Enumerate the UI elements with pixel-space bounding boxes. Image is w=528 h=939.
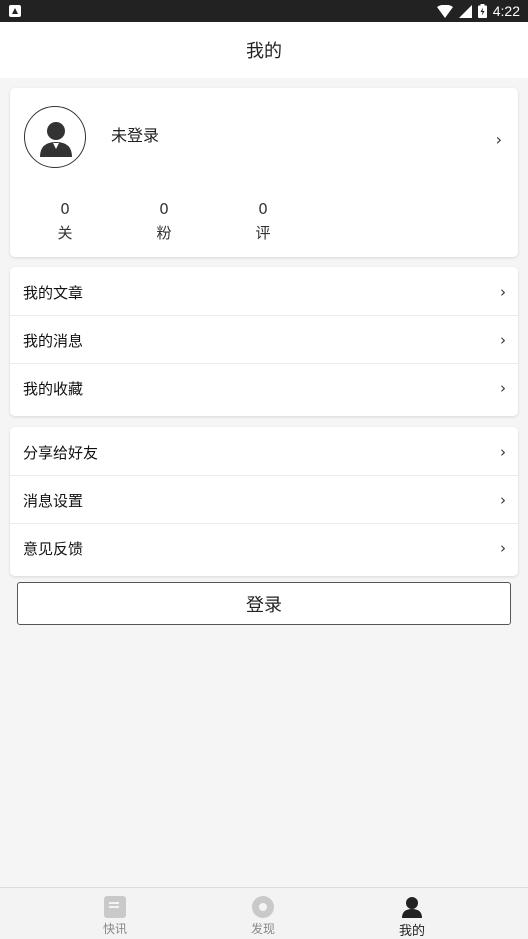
chevron-right-icon: ›: [500, 331, 506, 349]
menu-item-label: 意见反馈: [23, 539, 84, 558]
notification-icon: [9, 5, 21, 17]
menu-item-message-settings[interactable]: 消息设置 ›: [10, 476, 518, 524]
chevron-right-icon: ›: [500, 539, 506, 557]
menu-group-settings: 分享给好友 › 消息设置 › 意见反馈 ›: [10, 427, 518, 576]
menu-group-content: 我的文章 › 我的消息 › 我的收藏 ›: [10, 267, 518, 416]
menu-item-label: 消息设置: [23, 491, 84, 510]
tab-label: 我的: [398, 924, 425, 939]
menu-item-my-favorites[interactable]: 我的收藏 ›: [10, 364, 518, 412]
chevron-right-icon: ›: [500, 379, 506, 397]
wifi-icon: [436, 4, 453, 18]
stat-label: 评: [255, 224, 271, 242]
menu-item-label: 我的收藏: [23, 379, 84, 398]
tab-label: 快讯: [102, 922, 127, 936]
chevron-right-icon[interactable]: ›: [496, 130, 502, 149]
tab-profile[interactable]: 我的: [372, 888, 452, 939]
stat-value: 0: [258, 200, 268, 218]
tab-news[interactable]: 快讯: [75, 888, 155, 939]
stat-value: 0: [159, 200, 169, 218]
stat-value: 0: [60, 200, 70, 218]
stat-comments[interactable]: 0 评: [243, 198, 283, 246]
status-left: [9, 5, 21, 17]
title-bar: 我的: [0, 22, 528, 78]
menu-item-label: 分享给好友: [23, 443, 99, 462]
menu-item-share[interactable]: 分享给好友 ›: [10, 428, 518, 476]
status-bar: 4:22: [0, 0, 528, 22]
stat-fans[interactable]: 0 粉: [144, 198, 184, 246]
chevron-right-icon: ›: [500, 443, 506, 461]
page-title: 我的: [246, 41, 282, 62]
stat-label: 粉: [156, 224, 172, 242]
menu-item-my-messages[interactable]: 我的消息 ›: [10, 316, 518, 364]
stat-following[interactable]: 0 关: [45, 198, 85, 246]
profile-icon: [402, 897, 422, 918]
username[interactable]: 未登录: [111, 122, 159, 146]
menu-item-my-articles[interactable]: 我的文章 ›: [10, 268, 518, 316]
status-time: 4:22: [492, 3, 520, 19]
menu-item-label: 我的文章: [23, 283, 84, 302]
chevron-right-icon: ›: [500, 283, 506, 301]
menu-item-feedback[interactable]: 意见反馈 ›: [10, 524, 518, 572]
bottom-nav: 快讯 发现 我的: [0, 887, 528, 939]
cell-signal-icon: [458, 4, 472, 18]
user-avatar-icon[interactable]: [24, 106, 86, 168]
menu-item-label: 我的消息: [23, 331, 84, 350]
news-icon: [104, 896, 126, 918]
status-right: 4:22: [436, 3, 520, 19]
stat-label: 关: [57, 224, 73, 242]
tab-label: 发现: [250, 922, 275, 936]
tab-discover[interactable]: 发现: [223, 888, 303, 939]
chevron-right-icon: ›: [500, 491, 506, 509]
login-button[interactable]: 登录: [17, 582, 511, 625]
discover-icon: [252, 896, 274, 918]
battery-icon: [477, 4, 487, 18]
profile-card[interactable]: 未登录 › 0 关 0 粉 0 评: [10, 88, 518, 257]
